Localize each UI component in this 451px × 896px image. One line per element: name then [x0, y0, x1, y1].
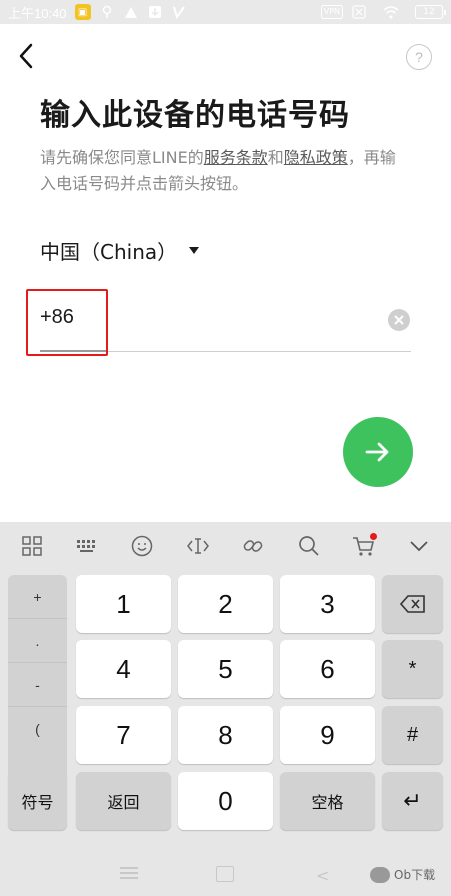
backspace-key[interactable] [382, 575, 443, 633]
chevron-left-icon [19, 43, 33, 69]
keyboard-switch-icon[interactable] [72, 531, 102, 561]
symbol-switch-key[interactable]: 符号 [8, 772, 67, 830]
desc-and: 和 [267, 148, 284, 167]
key-5[interactable]: 5 [178, 640, 273, 698]
status-bar: 上午10:40 ▣ VPN 12 [0, 0, 451, 24]
watermark: Ob下载 [370, 866, 435, 883]
notification-dot [369, 533, 377, 540]
wifi-icon [383, 4, 399, 20]
key-2[interactable]: 2 [178, 575, 273, 633]
emoji-icon[interactable] [127, 531, 157, 561]
home-icon[interactable] [216, 866, 234, 882]
dropdown-caret-icon [189, 247, 200, 254]
star-key[interactable]: * [382, 640, 443, 698]
clear-input-button[interactable] [388, 309, 410, 331]
terms-of-service-link[interactable]: 服务条款 [204, 148, 268, 167]
hash-key[interactable]: # [382, 706, 443, 764]
help-button[interactable]: ? [406, 44, 432, 70]
key-9[interactable]: 9 [280, 706, 375, 764]
key-1[interactable]: 1 [76, 575, 171, 633]
key-4[interactable]: 4 [76, 640, 171, 698]
desc-prefix: 请先确保您同意LINE的 [40, 148, 204, 167]
battery-indicator: 12 [415, 5, 446, 19]
menu-icon[interactable] [120, 872, 138, 874]
nav-back-icon[interactable]: < [316, 866, 329, 885]
key-6[interactable]: 6 [280, 640, 375, 698]
location-icon [99, 4, 115, 20]
sim-off-icon [351, 4, 367, 20]
symbol-column: + . - ( [8, 575, 67, 786]
keyboard-toolbar [0, 522, 451, 570]
symbol-key-plus[interactable]: + [8, 575, 67, 619]
grid-menu-icon[interactable] [17, 531, 47, 561]
wechat-icon [370, 866, 390, 883]
search-icon[interactable] [294, 531, 324, 561]
next-arrow-button[interactable] [343, 417, 413, 487]
symbol-key-paren[interactable]: ( [8, 707, 67, 751]
page-title: 输入此设备的电话号码 [40, 98, 350, 133]
country-selector[interactable]: 中国（China） [40, 236, 200, 265]
shopping-cart-icon[interactable] [349, 531, 379, 561]
country-label: 中国（China） [40, 240, 178, 264]
back-button[interactable] [10, 40, 42, 72]
space-key[interactable]: 空格 [280, 772, 375, 830]
symbol-key-minus[interactable]: - [8, 663, 67, 707]
key-8[interactable]: 8 [178, 706, 273, 764]
keyboard: + . - ( 1 2 3 4 5 6 7 8 9 0 * # ↵ 符号 返回 … [0, 522, 451, 896]
key-3[interactable]: 3 [280, 575, 375, 633]
vpn-badge: VPN [320, 5, 343, 19]
download-icon [147, 4, 163, 20]
arrow-right-icon [365, 442, 389, 462]
enter-key[interactable]: ↵ [382, 772, 443, 830]
cursor-move-icon[interactable] [183, 531, 213, 561]
link-icon[interactable] [238, 531, 268, 561]
help-icon: ? [415, 49, 423, 65]
key-7[interactable]: 7 [76, 706, 171, 764]
warning-icon [123, 4, 139, 20]
return-key[interactable]: 返回 [76, 772, 171, 830]
terms-description: 请先确保您同意LINE的服务条款和隐私政策，再输入电话号码并点击箭头按钮。 [40, 145, 400, 197]
backspace-icon [399, 595, 425, 613]
country-code-highlight [26, 289, 108, 356]
status-time: 上午10:40 [8, 5, 67, 21]
notification-app-icon: ▣ [74, 4, 91, 20]
close-icon [394, 315, 404, 325]
watermark-text: Ob下载 [394, 868, 436, 882]
symbol-key-dot[interactable]: . [8, 619, 67, 663]
chevron-down-icon[interactable] [404, 531, 434, 561]
privacy-policy-link[interactable]: 隐私政策 [284, 148, 348, 167]
check-icon [171, 4, 187, 20]
key-0[interactable]: 0 [178, 772, 273, 830]
